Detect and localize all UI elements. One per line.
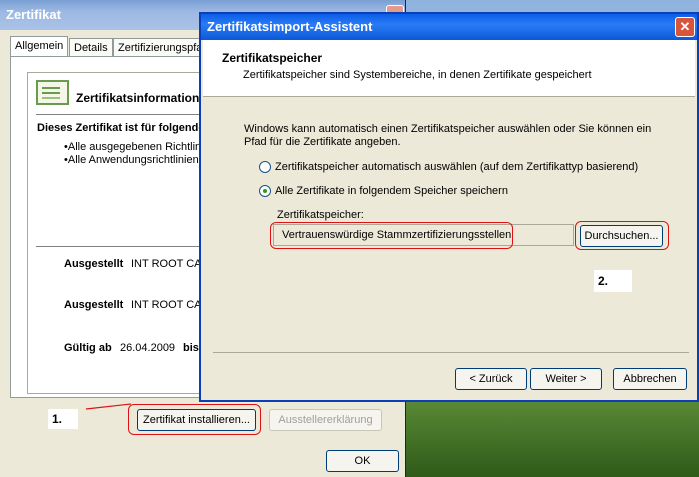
radio-manual-store[interactable] [259, 185, 271, 197]
store-label: Zertifikatspeicher: [277, 209, 364, 221]
radio-auto-store[interactable] [259, 161, 271, 173]
close-icon[interactable]: ✕ [675, 17, 695, 37]
wizard-title: Zertifikatsimport-Assistent [201, 14, 697, 40]
wizard-header [203, 40, 695, 96]
step-2-label: 2. [594, 270, 632, 292]
wizard-header-subtitle: Zertifikatspeicher sind Systembereiche, … [243, 69, 592, 81]
next-button[interactable]: Weiter > [530, 368, 602, 390]
cancel-button[interactable]: Abbrechen [613, 368, 687, 390]
annotation-highlight [270, 222, 513, 249]
wizard-description: Windows kann automatisch einen Zertifika… [244, 123, 652, 148]
divider [203, 96, 695, 97]
radio-auto-store-label[interactable]: Zertifikatspeicher automatisch auswählen… [275, 161, 638, 173]
divider [213, 352, 689, 353]
back-button[interactable]: < Zurück [455, 368, 527, 390]
wizard-header-title: Zertifikatspeicher [222, 51, 323, 65]
radio-manual-store-label[interactable]: Alle Zertifikate in folgendem Speicher s… [275, 185, 508, 197]
annotation-highlight [575, 221, 669, 250]
